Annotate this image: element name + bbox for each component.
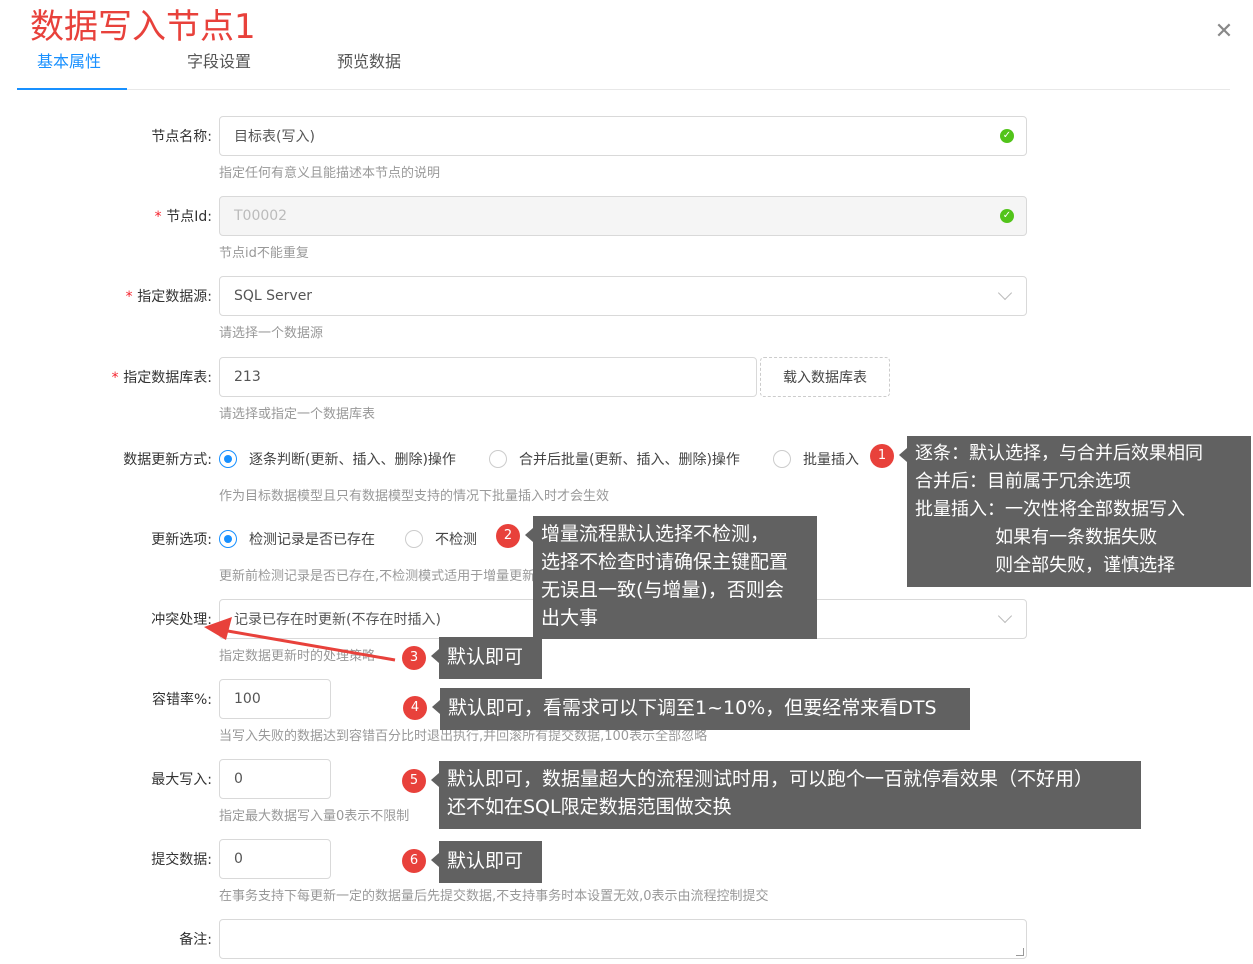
radio-checked-icon — [219, 530, 237, 548]
tab-bar: 基本属性 字段设置 预览数据 — [17, 40, 1230, 90]
annotation-title: 数据写入节点1 — [30, 7, 256, 47]
radio-merged-batch[interactable]: 合并后批量(更新、插入、删除)操作 — [489, 449, 740, 469]
radio-checked-icon — [219, 450, 237, 468]
annotation-badge-1: 1 — [870, 444, 894, 468]
radio-label: 不检测 — [435, 532, 477, 548]
db-table-label: * 指定数据库表: — [111, 367, 212, 387]
db-table-help: 请选择或指定一个数据库表 — [219, 407, 376, 422]
chevron-down-icon — [997, 285, 1013, 301]
commit-help: 在事务支持下每更新一定的数据量后先提交数据,不支持事务时本设置无效,0表示由流程… — [219, 889, 769, 904]
node-name-value: 目标表(写入) — [234, 129, 315, 145]
required-mark: * — [124, 289, 134, 305]
resize-handle-icon[interactable] — [1016, 948, 1024, 956]
node-id-value: T00002 — [234, 208, 288, 224]
annotation-note-2: 增量流程默认选择不检测， 选择不检查时请确保主键配置 无误且一致(与增量)，否则… — [525, 516, 817, 639]
load-db-table-button[interactable]: 载入数据库表 — [760, 357, 890, 397]
tab-field-settings[interactable]: 字段设置 — [187, 48, 251, 72]
annotation-badge-2: 2 — [496, 524, 520, 548]
db-table-label-text: 指定数据库表: — [123, 370, 212, 386]
max-write-label: 最大写入: — [151, 772, 212, 788]
datasource-value: SQL Server — [234, 288, 313, 304]
node-id-input: T00002 ✓ — [219, 196, 1027, 236]
tab-basic-properties[interactable]: 基本属性 — [37, 48, 101, 72]
node-id-label: * 节点Id: — [154, 206, 212, 226]
radio-label: 检测记录是否已存在 — [249, 532, 375, 548]
conflict-value: 记录已存在时更新(不存在时插入) — [234, 612, 441, 628]
annotation-note-6: 默认即可 — [431, 841, 542, 883]
conflict-label: 冲突处理: — [151, 612, 212, 628]
required-mark: * — [110, 370, 120, 386]
remark-label: 备注: — [179, 932, 212, 948]
radio-unchecked-icon — [489, 450, 507, 468]
chevron-down-icon — [997, 608, 1013, 624]
required-mark: * — [153, 209, 163, 225]
annotation-badge-6: 6 — [402, 849, 426, 873]
node-name-label: 节点名称: — [151, 129, 212, 145]
annotation-badge-3: 3 — [402, 646, 426, 670]
node-id-label-text: 节点Id: — [166, 209, 212, 225]
radio-no-check[interactable]: 不检测 — [405, 529, 477, 549]
commit-label: 提交数据: — [151, 852, 212, 868]
datasource-label-text: 指定数据源: — [137, 289, 212, 305]
max-write-value: 0 — [234, 771, 243, 787]
node-name-help: 指定任何有意义且能描述本节点的说明 — [219, 166, 441, 181]
annotation-note-3: 默认即可 — [431, 637, 542, 679]
annotation-note-1: 逐条：默认选择，与合并后效果相同 合并后：目前属于冗余选项 批量插入：一次性将全… — [899, 436, 1251, 587]
annotation-note-5: 默认即可，数据量超大的流程测试时用，可以跑个一百就停看效果（不好用） 还不如在S… — [431, 761, 1141, 829]
error-rate-value: 100 — [234, 691, 261, 707]
max-write-input[interactable]: 0 — [219, 759, 331, 799]
remark-textarea[interactable] — [219, 919, 1027, 959]
error-rate-input[interactable]: 100 — [219, 679, 331, 719]
datasource-label: * 指定数据源: — [125, 286, 212, 306]
max-write-help: 指定最大数据写入量0表示不限制 — [219, 809, 410, 824]
annotation-badge-4: 4 — [403, 696, 427, 720]
annotation-note-4: 默认即可，看需求可以下调至1~10%，但要经常来看DTS — [432, 688, 970, 730]
radio-check-exists[interactable]: 检测记录是否已存在 — [219, 529, 375, 549]
node-id-help: 节点id不能重复 — [219, 246, 309, 261]
radio-unchecked-icon — [773, 450, 791, 468]
annotation-badge-5: 5 — [402, 769, 426, 793]
update-mode-label: 数据更新方式: — [123, 452, 212, 468]
radio-label: 批量插入 — [803, 452, 859, 468]
radio-unchecked-icon — [405, 530, 423, 548]
update-mode-help: 作为目标数据模型且只有数据模型支持的情况下批量插入时才会生效 — [219, 489, 610, 504]
commit-input[interactable]: 0 — [219, 839, 331, 879]
tab-preview-data[interactable]: 预览数据 — [337, 48, 401, 72]
update-option-label: 更新选项: — [151, 532, 212, 548]
radio-label: 逐条判断(更新、插入、删除)操作 — [249, 452, 456, 468]
check-circle-icon: ✓ — [1000, 209, 1014, 223]
db-table-input[interactable]: 213 — [219, 357, 757, 397]
datasource-select[interactable]: SQL Server — [219, 276, 1027, 316]
radio-row-by-row[interactable]: 逐条判断(更新、插入、删除)操作 — [219, 449, 456, 469]
datasource-help: 请选择一个数据源 — [219, 326, 324, 341]
commit-value: 0 — [234, 851, 243, 867]
active-tab-indicator — [17, 88, 127, 90]
radio-bulk-insert[interactable]: 批量插入 — [773, 449, 859, 469]
node-name-input[interactable]: 目标表(写入) ✓ — [219, 116, 1027, 156]
check-circle-icon: ✓ — [1000, 129, 1014, 143]
db-table-value: 213 — [234, 369, 261, 385]
radio-label: 合并后批量(更新、插入、删除)操作 — [519, 452, 740, 468]
conflict-help: 指定数据更新时的处理策略 — [219, 649, 376, 664]
error-rate-label: 容错率%: — [151, 692, 212, 708]
